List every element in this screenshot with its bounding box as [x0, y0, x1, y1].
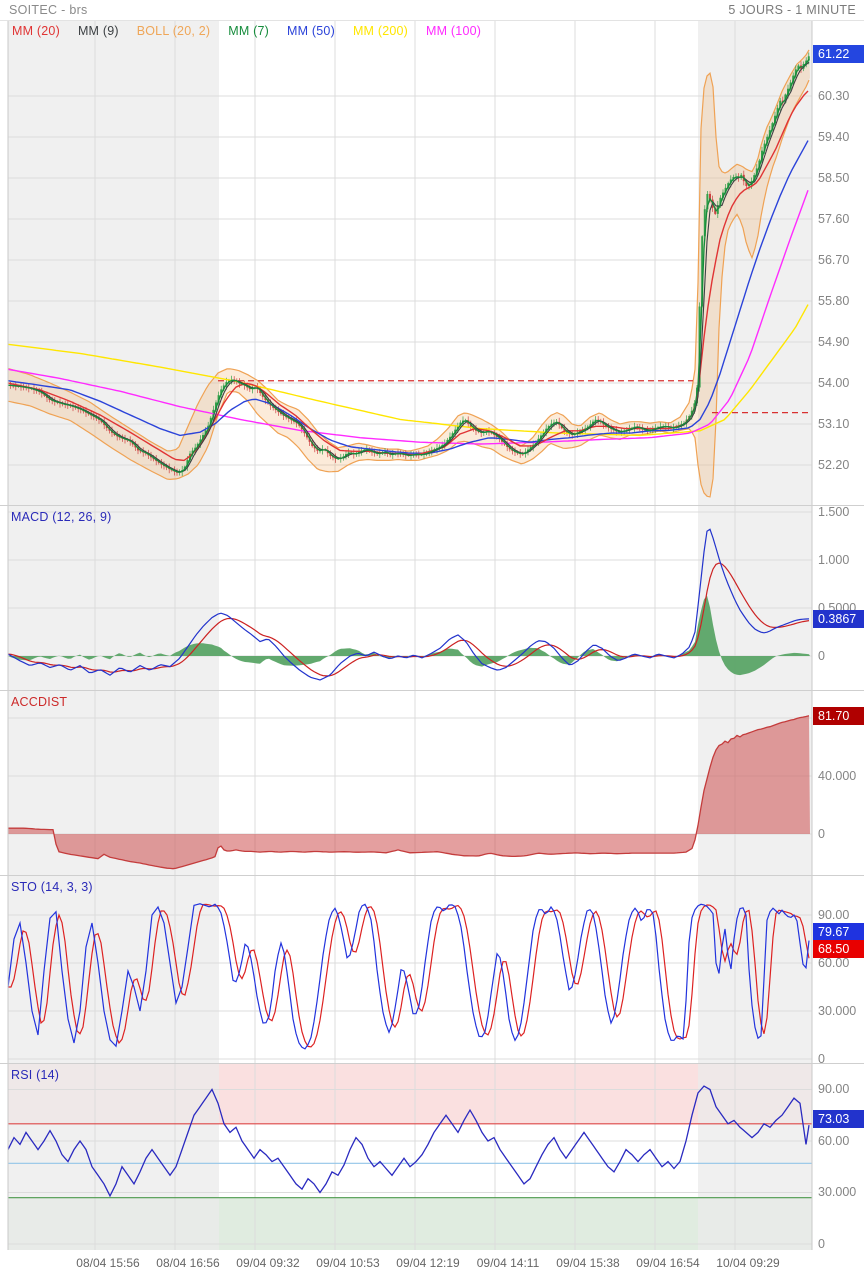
legend-item[interactable]: MM (50)	[287, 24, 335, 38]
y-tick-label: 40.000	[818, 769, 857, 783]
y-tick-label: 90.00	[818, 1082, 850, 1097]
accdist-indicator-label: ACCDIST	[11, 695, 68, 709]
time-axis: 08/04 15:56 08/04 16:56 09/04 09:32 09/04 1…	[0, 1250, 864, 1275]
stochastic-panel[interactable]: STO (14, 3, 3) 90.00 60.00 30.000 0 79.67 68.…	[0, 875, 864, 1066]
price-chart-panel[interactable]: 60.30 59.40 58.50 57.60 56.70 55.80 54.90 54.00…	[0, 20, 864, 506]
y-tick-label: 0	[818, 1052, 825, 1066]
last-value-badge: 79.67	[813, 922, 864, 941]
y-tick-label: 30.000	[818, 1004, 857, 1018]
x-tick-label: 09/04 12:19	[396, 1256, 460, 1270]
accdist-panel[interactable]: ACCDIST 80.0040.000081.70	[0, 690, 864, 876]
rsi-panel[interactable]: RSI (14) 90.00 60.00 30.000 0 73.03	[0, 1063, 864, 1251]
y-tick-label: 59.40	[818, 130, 850, 144]
trading-chart-app: SOITEC - brs 5 JOURS - 1 MINUTE MM (20) M…	[0, 0, 864, 1275]
last-value-badge: 73.03	[813, 1109, 864, 1128]
y-tick-label: 60.30	[818, 89, 850, 103]
y-tick-label: 0	[818, 1237, 825, 1251]
y-tick-label: 53.10	[818, 417, 850, 431]
x-tick-label: 09/04 14:11	[476, 1256, 540, 1270]
last-value-badge: 61.22	[813, 45, 864, 64]
legend-item[interactable]: MM (9)	[78, 24, 119, 38]
instrument-title: SOITEC - brs	[9, 3, 88, 17]
y-tick-label: 58.50	[818, 171, 850, 185]
indicator-legend: MM (20) MM (9) BOLL (20, 2) MM (7) MM (50) MM…	[12, 24, 481, 38]
y-tick-label: 54.90	[818, 335, 850, 349]
legend-item[interactable]: MM (7)	[228, 24, 269, 38]
x-tick-label: 08/04 15:56	[76, 1256, 140, 1270]
legend-item[interactable]: BOLL (20, 2)	[137, 24, 211, 38]
last-value-badge: 68.50	[813, 940, 864, 959]
timeframe-label: 5 JOURS - 1 MINUTE	[728, 3, 856, 17]
session-band	[8, 876, 219, 1064]
x-tick-label: 09/04 09:32	[236, 1256, 300, 1270]
x-tick-label: 09/04 16:54	[636, 1256, 700, 1270]
y-tick-label: 57.60	[818, 212, 850, 226]
macd-indicator-label: MACD (12, 26, 9)	[11, 510, 112, 524]
rsi-indicator-label: RSI (14)	[11, 1068, 60, 1082]
x-tick-label: 09/04 10:53	[316, 1256, 380, 1270]
y-tick-label: 52.20	[818, 458, 850, 472]
y-tick-label: 1.500	[818, 505, 850, 519]
legend-item[interactable]: MM (100)	[426, 24, 481, 38]
y-tick-label: 56.70	[818, 253, 850, 267]
y-tick-label: 30.000	[818, 1185, 857, 1200]
last-value-badge: 0.3867	[813, 609, 864, 628]
macd-panel[interactable]: MACD (12, 26, 9) 1.500 1.000 0.5000 0 0.3867	[0, 505, 864, 691]
x-tick-label: 08/04 16:56	[156, 1256, 220, 1270]
y-tick-label: 0	[818, 827, 825, 841]
x-tick-label: 10/04 09:29	[716, 1256, 780, 1270]
legend-item[interactable]: MM (20)	[12, 24, 60, 38]
legend-item[interactable]: MM (200)	[353, 24, 408, 38]
y-tick-label: 60.00	[818, 1133, 850, 1148]
y-tick-label: 90.00	[818, 908, 850, 922]
x-tick-label: 09/04 15:38	[556, 1256, 620, 1270]
y-tick-label: 0	[818, 649, 825, 663]
y-tick-label: 1.000	[818, 553, 850, 567]
y-tick-label: 54.00	[818, 376, 850, 390]
y-tick-label: 55.80	[818, 294, 850, 308]
stochastic-indicator-label: STO (14, 3, 3)	[11, 880, 93, 894]
title-bar: SOITEC - brs 5 JOURS - 1 MINUTE	[0, 0, 864, 20]
last-value-badge: 81.70	[813, 706, 864, 725]
session-band	[698, 1064, 812, 1251]
session-band	[8, 1064, 219, 1251]
